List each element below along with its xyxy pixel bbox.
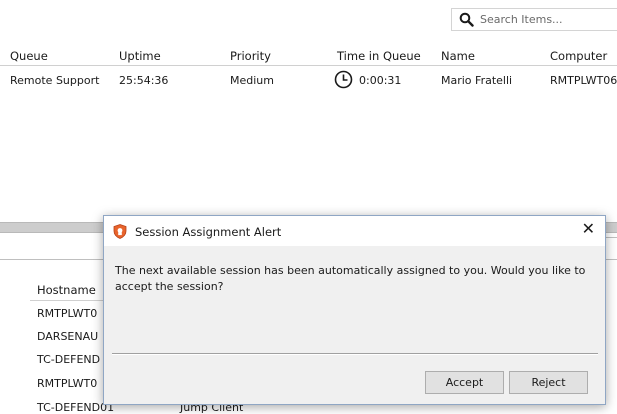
search-box[interactable] [451,8,617,31]
cell-time-in-queue: 0:00:31 [359,74,402,87]
cell-priority: Medium [230,74,274,87]
accept-button[interactable]: Accept [425,371,504,394]
close-icon[interactable]: ✕ [582,221,595,237]
cell-queue: Remote Support [10,74,100,87]
search-input[interactable] [480,12,610,27]
horizontal-scrollbar[interactable] [0,222,103,233]
dialog-separator [112,353,598,355]
section-divider-right [606,237,617,238]
section-divider [0,259,103,260]
session-assignment-dialog: Session Assignment Alert ✕ The next avai… [103,215,606,405]
dialog-title-bar[interactable]: Session Assignment Alert ✕ [104,216,605,246]
list-item[interactable]: DARSENAU [37,330,98,343]
list-item[interactable]: RMTPLWT0 [37,307,97,320]
col-header-priority[interactable]: Priority [230,49,271,63]
search-icon [459,12,474,30]
header-divider [0,65,617,66]
lower-header-divider [30,300,103,301]
reject-button[interactable]: Reject [509,371,588,394]
col-header-computer[interactable]: Computer [550,49,607,63]
col-header-name[interactable]: Name [441,49,475,63]
horizontal-scrollbar-end[interactable] [606,222,617,233]
cell-name: Mario Fratelli [441,74,513,87]
col-header-hostname[interactable]: Hostname [37,283,96,297]
section-divider-right-2 [606,259,617,260]
dialog-message: The next available session has been auto… [115,264,586,293]
list-item[interactable]: TC-DEFEND [37,353,100,366]
shield-icon [113,224,127,242]
list-item[interactable]: RMTPLWT0 [37,377,97,390]
clock-icon [334,70,353,92]
col-header-queue[interactable]: Queue [10,49,48,63]
cell-uptime: 25:54:36 [119,74,169,87]
col-header-time-in-queue[interactable]: Time in Queue [337,49,421,63]
dialog-title: Session Assignment Alert [135,225,282,239]
col-header-uptime[interactable]: Uptime [119,49,161,63]
cell-computer: RMTPLWT06 [550,74,617,87]
